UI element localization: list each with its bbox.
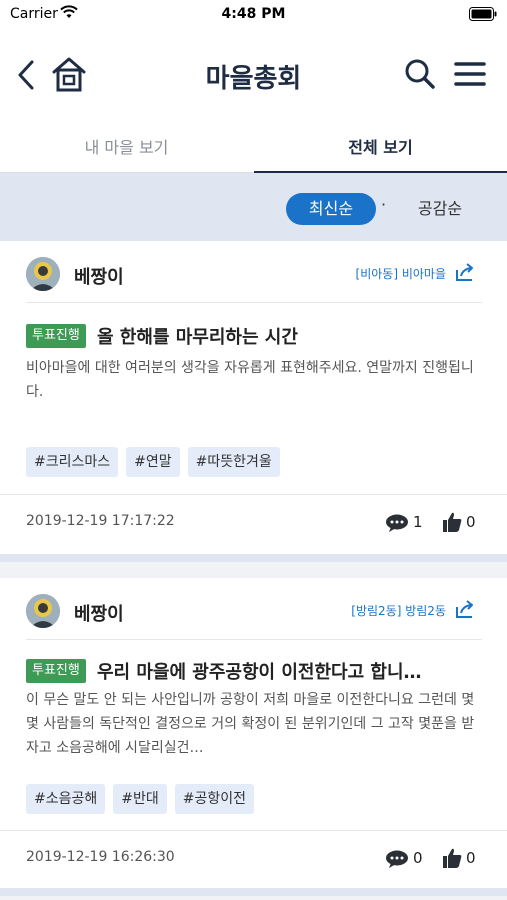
- view-tabs: 내 마을 보기 전체 보기: [0, 125, 507, 173]
- comment-count: 1: [413, 513, 423, 531]
- sort-separator: ·: [381, 195, 387, 214]
- post-footer: 2019-12-19 17:17:22 1 0: [0, 494, 507, 552]
- hashtag-chip[interactable]: #크리스마스: [26, 447, 119, 477]
- thumbs-up-icon[interactable]: [442, 511, 462, 533]
- comment-count: 0: [413, 849, 423, 867]
- hashtag-chip[interactable]: #소음공해: [26, 784, 106, 814]
- like-count: 0: [466, 513, 476, 531]
- comment-icon[interactable]: [385, 849, 411, 869]
- status-badge: 투표진행: [26, 659, 86, 683]
- post-title-row[interactable]: 투표진행 올 한해를 마무리하는 시간: [26, 323, 482, 351]
- tab-my-village[interactable]: 내 마을 보기: [0, 125, 253, 173]
- post-body[interactable]: 비아마을에 대한 여러분의 생각을 자유롭게 표현해주세요. 연말까지 진행됩니…: [26, 356, 482, 404]
- like-count: 0: [466, 849, 476, 867]
- sort-bar: 최신순 · 공감순: [0, 173, 507, 241]
- author-name[interactable]: 베짱이: [74, 263, 124, 289]
- post-date: 2019-12-19 16:26:30: [26, 849, 175, 865]
- status-badge: 투표진행: [26, 324, 86, 348]
- post-card[interactable]: 베짱이 [비아동] 비아마을 투표진행 올 한해를 마무리하는 시간 비아마을에…: [0, 241, 507, 554]
- status-bar: Carrier 4:48 PM: [0, 0, 507, 30]
- avatar[interactable]: [26, 594, 60, 628]
- post-title[interactable]: 우리 마을에 광주공항이 이전한다고 합니…: [97, 658, 422, 684]
- thumbs-up-icon[interactable]: [442, 847, 462, 869]
- post-body[interactable]: 이 무슨 말도 안 되는 사안입니까 공항이 저희 마을로 이전한다니요 그런데…: [26, 688, 482, 760]
- post-author-row: 베짱이 [비아동] 비아마을: [26, 255, 482, 303]
- post-title-row[interactable]: 투표진행 우리 마을에 광주공항이 이전한다고 합니…: [26, 658, 482, 686]
- sort-newest-button[interactable]: 최신순: [286, 193, 376, 225]
- hashtag-list: #크리스마스 #연말 #따뜻한겨울: [26, 447, 486, 477]
- hashtag-chip[interactable]: #따뜻한겨울: [187, 447, 280, 477]
- status-time: 4:48 PM: [221, 6, 286, 22]
- post-separator: [0, 888, 507, 900]
- post-separator: [0, 554, 507, 578]
- hashtag-list: #소음공해 #반대 #공항이전: [26, 784, 486, 814]
- share-icon[interactable]: [454, 598, 476, 620]
- hashtag-chip[interactable]: #반대: [113, 784, 167, 814]
- post-title[interactable]: 올 한해를 마무리하는 시간: [97, 323, 298, 349]
- hashtag-chip[interactable]: #연말: [126, 447, 180, 477]
- author-name[interactable]: 베짱이: [74, 600, 124, 626]
- search-icon[interactable]: [402, 56, 438, 92]
- battery-icon: [469, 7, 497, 21]
- menu-icon[interactable]: [452, 58, 488, 90]
- hashtag-chip[interactable]: #공항이전: [174, 784, 255, 814]
- share-icon[interactable]: [454, 261, 476, 283]
- sort-likes-button[interactable]: 공감순: [400, 193, 480, 225]
- post-footer: 2019-12-19 16:26:30 0 0: [0, 830, 507, 888]
- comment-icon[interactable]: [385, 513, 411, 533]
- village-tag[interactable]: [방림2동] 방림2동: [351, 602, 446, 619]
- post-date: 2019-12-19 17:17:22: [26, 513, 175, 529]
- post-card[interactable]: 베짱이 [방림2동] 방림2동 투표진행 우리 마을에 광주공항이 이전한다고 …: [0, 578, 507, 900]
- village-tag[interactable]: [비아동] 비아마을: [356, 265, 446, 282]
- navigation-bar: 마을총회: [0, 40, 507, 110]
- avatar[interactable]: [26, 257, 60, 291]
- tab-all[interactable]: 전체 보기: [254, 125, 507, 173]
- post-author-row: 베짱이 [방림2동] 방림2동: [26, 592, 482, 640]
